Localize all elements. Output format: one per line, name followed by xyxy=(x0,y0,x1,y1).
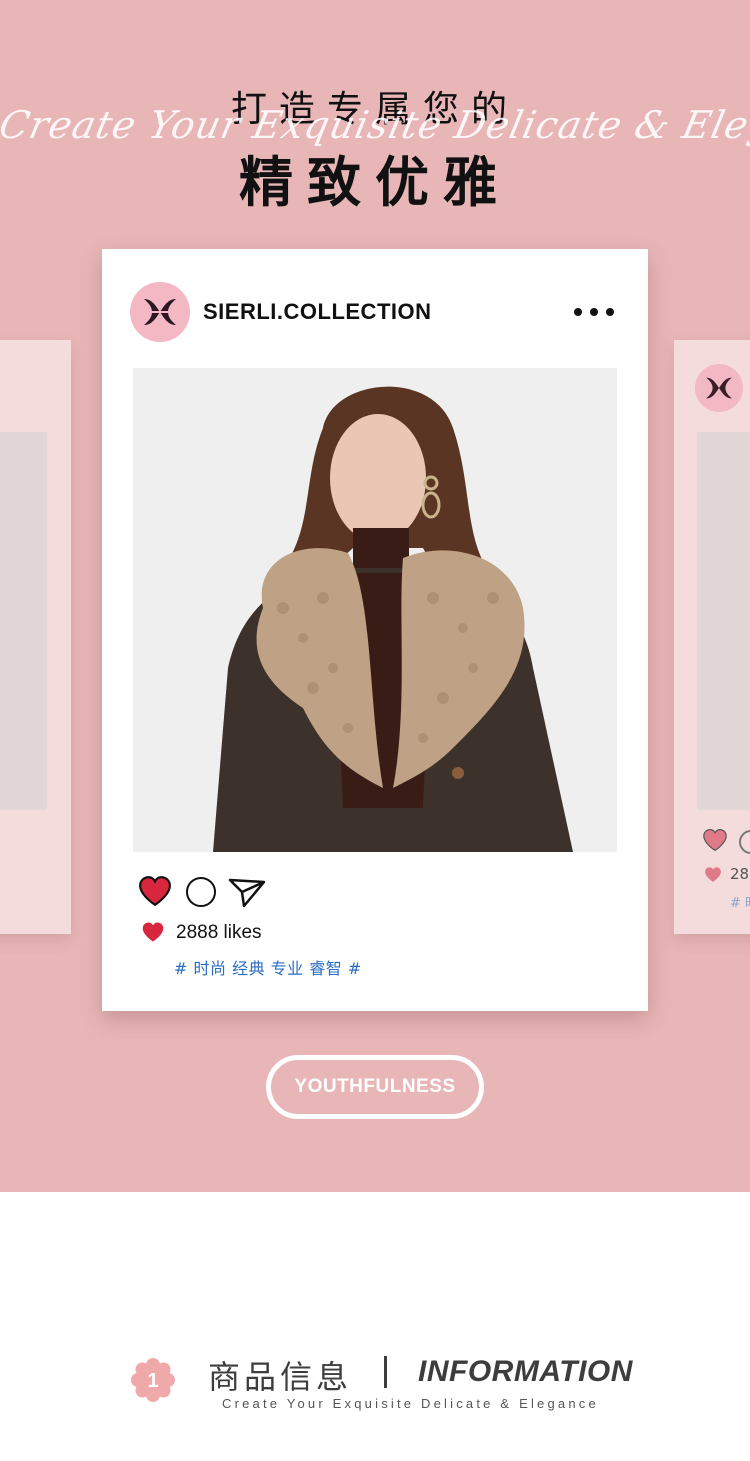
comment-circle-icon xyxy=(739,830,750,854)
side-card-likes: 288 xyxy=(730,865,750,883)
side-card-left-photo xyxy=(0,432,47,810)
side-card-avatar xyxy=(695,364,743,412)
heart-icon[interactable] xyxy=(138,875,172,907)
comment-circle-icon[interactable] xyxy=(186,877,216,907)
badge-number: 1 xyxy=(147,1370,158,1392)
side-card-right: 288 # 时 xyxy=(674,340,750,934)
sierli-monogram-icon xyxy=(144,299,176,325)
flower-number-badge: 1 xyxy=(131,1358,175,1402)
sierli-monogram-icon xyxy=(706,377,732,399)
side-card-right-photo xyxy=(697,432,750,810)
info-title-en: INFORMATION xyxy=(418,1355,633,1388)
headline-line-2: 精致优雅 xyxy=(239,151,511,214)
youthfulness-label: YOUTHFULNESS xyxy=(294,1076,456,1097)
side-card-hashtags: # 时 xyxy=(730,896,750,911)
likes-heart-icon xyxy=(142,922,164,942)
model-photo-illustration xyxy=(133,368,617,852)
heart-icon xyxy=(703,828,727,852)
likes-count: 2888 likes xyxy=(176,922,262,943)
account-avatar[interactable] xyxy=(130,282,190,342)
small-heart-icon xyxy=(705,867,721,882)
post-hashtags[interactable]: # 时尚 经典 专业 睿智 # xyxy=(174,955,362,979)
more-options-button[interactable] xyxy=(574,303,614,321)
side-card-left xyxy=(0,340,71,934)
info-divider xyxy=(384,1356,387,1388)
hero-section: 打造专属您的 Create Your Exquisite Delicate & … xyxy=(0,0,750,1192)
post-photo[interactable] xyxy=(133,368,617,852)
info-subtitle: Create Your Exquisite Delicate & Eleganc… xyxy=(222,1396,599,1411)
account-name[interactable]: SIERLI.COLLECTION xyxy=(203,299,432,325)
more-dot xyxy=(574,308,582,316)
paper-plane-icon[interactable] xyxy=(228,876,266,908)
info-title-cn: 商品信息 xyxy=(208,1358,353,1396)
youthfulness-button[interactable]: YOUTHFULNESS xyxy=(266,1055,484,1119)
more-dot xyxy=(590,308,598,316)
more-dot xyxy=(606,308,614,316)
post-card: SIERLI.COLLECTION 2888 likes # 时尚 经典 专业 … xyxy=(102,249,648,1011)
